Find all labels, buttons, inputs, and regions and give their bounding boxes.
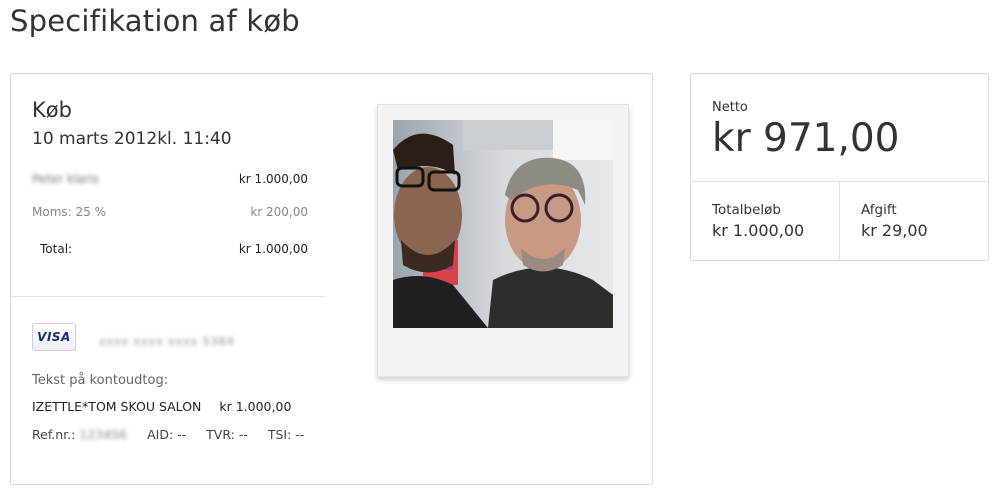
statement-line: IZETTLE*TOM SKOU SALON kr 1.000,00 <box>32 399 291 414</box>
line-item-name: Peter klaris <box>32 172 100 186</box>
photo-image <box>393 120 613 328</box>
fee-value: kr 29,00 <box>861 221 928 240</box>
ref-number: 123456 <box>79 427 128 442</box>
fee-label: Afgift <box>861 202 897 218</box>
page-title: Specifikation af køb <box>10 4 300 38</box>
vat-label: Moms: 25 % <box>32 205 106 219</box>
statement-text: IZETTLE*TOM SKOU SALON <box>32 399 202 414</box>
total-amount: kr 1.000,00 <box>238 242 308 256</box>
tvr-value: TVR: -- <box>206 427 248 442</box>
reference-line: Ref.nr.: 123456 AID: -- TVR: -- TSI: -- <box>32 427 304 442</box>
ref-label: Ref.nr.: <box>32 427 76 442</box>
statement-amount: kr 1.000,00 <box>219 399 292 414</box>
statement-label: Tekst på kontoudtog: <box>32 373 169 388</box>
customer-photo <box>393 120 613 328</box>
total-label: Total: <box>40 242 73 256</box>
netto-label: Netto <box>712 100 748 115</box>
purchase-date: 10 marts 2012kl. 11:40 <box>32 129 232 149</box>
aid-value: AID: -- <box>147 427 187 442</box>
total-amount-value: kr 1.000,00 <box>712 221 805 240</box>
customer-photo-frame <box>377 104 629 377</box>
card-number: xxxx xxxx xxxx 5384 <box>99 335 235 348</box>
divider <box>11 296 325 297</box>
line-item-amount: kr 1.000,00 <box>238 172 308 186</box>
divider <box>839 181 840 261</box>
summary-card: Netto kr 971,00 Totalbeløb kr 1.000,00 A… <box>690 73 989 261</box>
tsi-value: TSI: -- <box>267 427 305 442</box>
vat-amount: kr 200,00 <box>250 205 308 219</box>
total-amount-label: Totalbeløb <box>712 202 781 218</box>
purchase-heading: Køb <box>32 98 72 122</box>
netto-value: kr 971,00 <box>712 116 900 161</box>
purchase-card: Køb 10 marts 2012kl. 11:40 Peter klaris … <box>10 73 653 485</box>
visa-card-icon: VISA <box>32 323 76 351</box>
